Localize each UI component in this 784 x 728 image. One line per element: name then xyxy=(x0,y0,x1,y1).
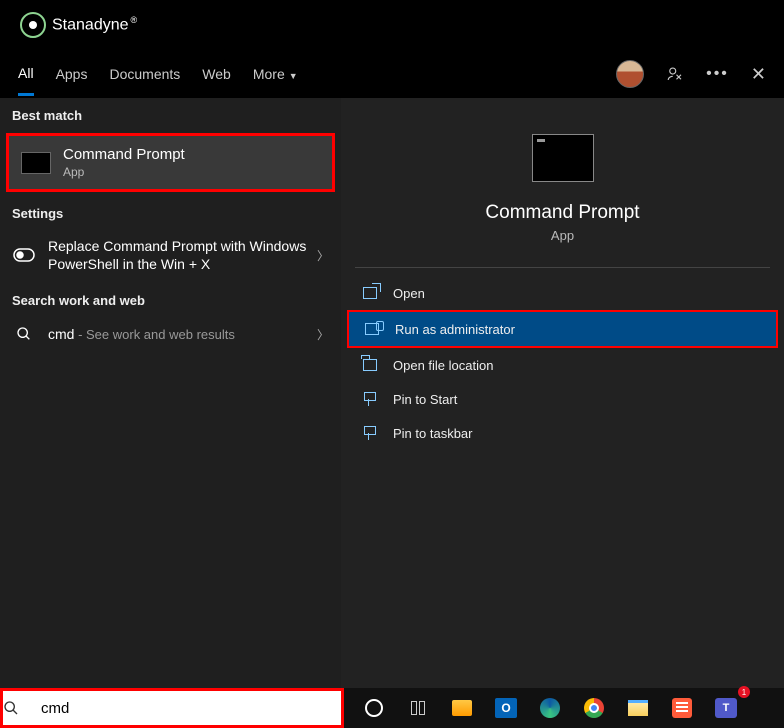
section-best-match: Best match xyxy=(0,98,341,129)
taskbar-app-teams[interactable]: T xyxy=(704,688,748,728)
brand-bar: Stanadyne® xyxy=(0,0,784,50)
cortana-icon[interactable] xyxy=(352,688,396,728)
settings-toggle-icon xyxy=(12,245,36,265)
section-settings: Settings xyxy=(0,196,341,227)
open-icon xyxy=(361,285,379,301)
admin-shield-icon xyxy=(363,321,381,337)
search-icon xyxy=(12,324,36,344)
best-match-result[interactable]: Command Prompt App xyxy=(6,133,335,192)
brand-name: Stanadyne® xyxy=(52,15,137,34)
user-avatar-icon[interactable] xyxy=(616,60,644,88)
tab-documents[interactable]: Documents xyxy=(109,54,180,94)
search-box[interactable] xyxy=(0,688,344,728)
web-search-text: cmd - See work and web results xyxy=(48,325,235,344)
preview-app-icon xyxy=(532,134,594,182)
filter-tabs: All Apps Documents Web More▼ xyxy=(18,53,298,96)
pin-icon xyxy=(361,425,379,441)
folder-icon xyxy=(361,357,379,373)
command-prompt-icon xyxy=(21,152,51,174)
preview-subtitle: App xyxy=(551,228,574,243)
brand-logo-icon xyxy=(20,12,46,38)
chevron-right-icon: 〉 xyxy=(317,326,329,343)
action-open[interactable]: Open xyxy=(347,276,778,310)
taskbar: O T xyxy=(344,688,784,728)
tab-all[interactable]: All xyxy=(18,53,34,96)
more-options-icon[interactable]: ••• xyxy=(706,65,729,83)
pin-icon xyxy=(361,391,379,407)
taskbar-app-procexp[interactable] xyxy=(660,688,704,728)
tab-apps[interactable]: Apps xyxy=(56,54,88,94)
result-subtitle: App xyxy=(63,165,185,179)
section-search-ww: Search work and web xyxy=(0,283,341,314)
taskbar-app-chrome[interactable] xyxy=(572,688,616,728)
taskbar-app-outlook[interactable]: O xyxy=(484,688,528,728)
taskbar-app-edge[interactable] xyxy=(528,688,572,728)
chevron-right-icon: 〉 xyxy=(317,247,329,264)
taskbar-app-manager[interactable] xyxy=(440,688,484,728)
action-pin-to-taskbar[interactable]: Pin to taskbar xyxy=(347,416,778,450)
action-run-as-administrator[interactable]: Run as administrator xyxy=(347,310,778,348)
feedback-icon[interactable] xyxy=(666,65,684,83)
result-title: Command Prompt xyxy=(63,146,185,163)
search-input[interactable] xyxy=(39,699,341,718)
taskbar-app-explorer[interactable] xyxy=(616,688,660,728)
settings-text: Replace Command Prompt with Windows Powe… xyxy=(48,237,317,273)
action-open-file-location[interactable]: Open file location xyxy=(347,348,778,382)
task-view-icon[interactable] xyxy=(396,688,440,728)
tab-more[interactable]: More▼ xyxy=(253,54,298,94)
search-header: All Apps Documents Web More▼ ••• ✕ xyxy=(0,50,784,98)
close-icon[interactable]: ✕ xyxy=(751,64,766,85)
search-icon xyxy=(3,700,39,716)
action-pin-to-start[interactable]: Pin to Start xyxy=(347,382,778,416)
header-tools: ••• ✕ xyxy=(616,60,766,88)
preview-panel: Command Prompt App Open Run as administr… xyxy=(341,98,784,688)
settings-result[interactable]: Replace Command Prompt with Windows Powe… xyxy=(0,227,341,283)
web-search-result[interactable]: cmd - See work and web results 〉 xyxy=(0,314,341,354)
action-list: Open Run as administrator Open file loca… xyxy=(341,268,784,458)
results-panel: Best match Command Prompt App Settings R… xyxy=(0,98,341,688)
preview-title: Command Prompt xyxy=(485,202,639,224)
tab-web[interactable]: Web xyxy=(202,54,231,94)
